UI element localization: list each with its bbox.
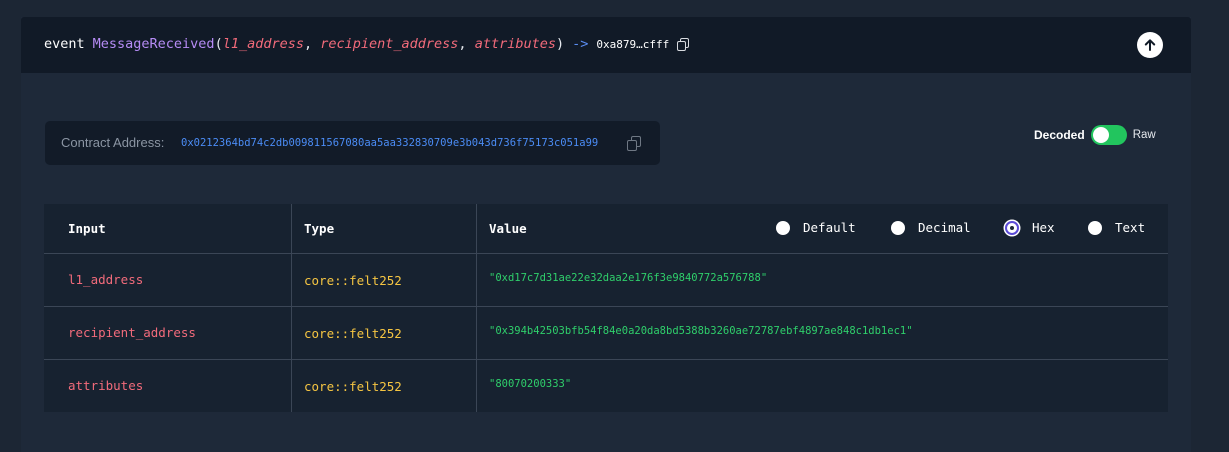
column-header-input: Input xyxy=(68,221,106,236)
event-header: event MessageReceived ( l1_address , rec… xyxy=(21,17,1191,73)
return-arrow: -> xyxy=(572,36,589,52)
cell-type: core::felt252 xyxy=(304,379,402,394)
toggle-label-decoded: Decoded xyxy=(1034,128,1085,142)
copy-icon[interactable] xyxy=(627,136,641,151)
collapse-button[interactable] xyxy=(1137,32,1163,58)
cell-input: recipient_address xyxy=(68,325,196,340)
contract-address-box: Contract Address: 0x0212364bd74c2db00981… xyxy=(45,121,660,165)
event-data-table: Input Type Value Default Decimal Hex Tex… xyxy=(44,204,1168,412)
cell-type: core::felt252 xyxy=(304,273,402,288)
table-row: l1_address core::felt252 "0xd17c7d31ae22… xyxy=(44,254,1168,307)
cell-input: l1_address xyxy=(68,272,144,287)
cell-value: "80070200333" xyxy=(489,378,572,390)
toggle-label-raw: Raw xyxy=(1132,129,1156,141)
table-header: Input Type Value Default Decimal Hex Tex… xyxy=(44,204,1168,254)
event-param: l1_address xyxy=(222,36,304,52)
event-param: attributes xyxy=(474,36,556,52)
format-radio-default[interactable]: Default xyxy=(776,220,856,235)
cell-value: "0xd17c7d31ae22e32daa2e176f3e9840772a576… xyxy=(489,272,768,284)
contract-address-label: Contract Address: xyxy=(61,135,165,150)
contract-address-link[interactable]: 0x0212364bd74c2db009811567080aa5aa332830… xyxy=(181,137,598,149)
cell-type: core::felt252 xyxy=(304,326,402,341)
cell-value: "0x394b42503bfb54f84e0a20da8bd5388b3260a… xyxy=(489,325,913,337)
table-row: attributes core::felt252 "80070200333" xyxy=(44,360,1168,412)
arrow-up-icon xyxy=(1144,39,1156,51)
emitter-address-short[interactable]: 0xa879…cfff xyxy=(596,38,669,51)
event-signature: event MessageReceived ( l1_address , rec… xyxy=(44,36,690,52)
column-header-type: Type xyxy=(304,221,335,236)
event-keyword: event xyxy=(44,36,85,52)
event-param: recipient_address xyxy=(320,36,459,52)
column-header-value: Value xyxy=(489,221,527,236)
event-name: MessageReceived xyxy=(92,36,215,52)
column-divider xyxy=(291,204,292,412)
cell-input: attributes xyxy=(68,378,144,393)
copy-icon[interactable] xyxy=(677,38,690,51)
decoded-raw-toggle-group: Decoded Raw xyxy=(1034,125,1156,145)
table-row: recipient_address core::felt252 "0x394b4… xyxy=(44,307,1168,360)
format-radio-hex[interactable]: Hex xyxy=(1005,220,1055,235)
column-divider xyxy=(476,204,477,412)
decoded-raw-toggle[interactable] xyxy=(1090,125,1127,145)
format-radio-text[interactable]: Text xyxy=(1088,220,1145,235)
event-card: event MessageReceived ( l1_address , rec… xyxy=(21,17,1191,452)
format-radio-decimal[interactable]: Decimal xyxy=(891,220,971,235)
